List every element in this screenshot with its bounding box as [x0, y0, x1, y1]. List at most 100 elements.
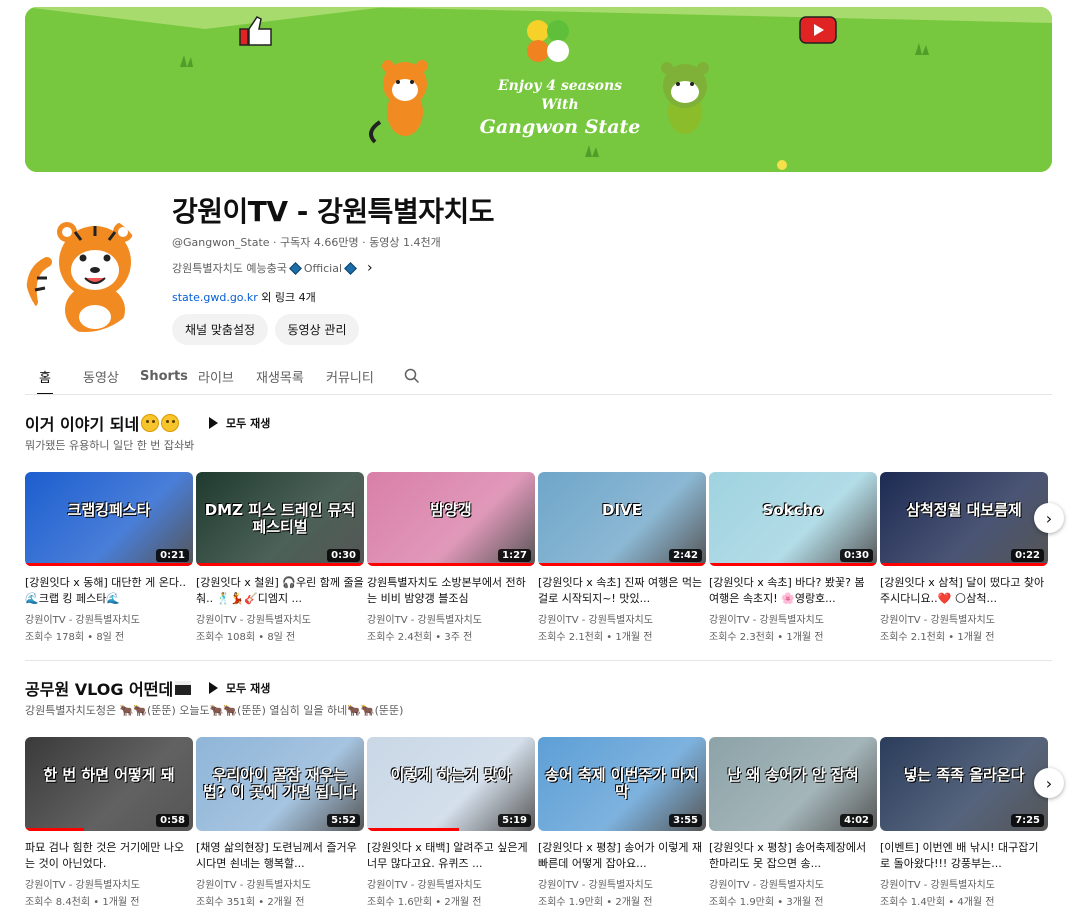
video-card[interactable]: 넣는 족족 올라온다 7:25 [이벤트] 이번엔 배 낚시! 대구잡기로 돌아왔다… — [880, 737, 1048, 908]
tiger-mascot-icon — [25, 212, 145, 332]
tab-live[interactable]: 라이브 — [198, 358, 234, 394]
video-title[interactable]: [이벤트] 이번엔 배 낚시! 대구잡기로 돌아왔다!!! 강풍부는... — [880, 840, 1048, 872]
video-thumbnail[interactable]: Sokcho 0:30 — [709, 472, 877, 566]
video-title[interactable]: [강원잇다 x 평창] 송어가 이렇게 재빠른데 어떻게 잡아요... — [538, 840, 706, 872]
video-card[interactable]: 난 왜 송어가 안 잡혀 4:02 [강원잇다 x 평창] 송어축제장에서 한마리도… — [709, 737, 877, 908]
video-duration: 4:02 — [840, 814, 873, 827]
section-title-text: 이거 이야기 되네 — [25, 415, 140, 434]
banner-line-1: Enjoy 4 seasons — [497, 78, 623, 94]
section-divider — [25, 660, 1052, 661]
banner-line-2: With — [541, 96, 579, 113]
video-thumbnail[interactable]: 이렇게 하는거 맞아 5:19 — [367, 737, 535, 831]
video-thumbnail[interactable]: 송어 축제 이번주가 마지막 3:55 — [538, 737, 706, 831]
video-channel[interactable]: 강원이TV - 강원특별자치도 — [196, 876, 364, 891]
video-duration: 2:42 — [669, 549, 702, 562]
video-card[interactable]: 밤양갱 1:27 강원특별자치도 소방본부에서 전하는 비비 밤양갱 블조심강원이T… — [367, 472, 535, 643]
video-thumbnail[interactable]: 우리아이 꿀잠 재우는법? 이 곳에 가면 됩니다 5:52 — [196, 737, 364, 831]
video-thumbnail[interactable]: DIVE 2:42 — [538, 472, 706, 566]
tab-community[interactable]: 커뮤니티 — [326, 358, 374, 394]
customize-channel-button[interactable]: 채널 맞춤설정 — [172, 314, 268, 345]
channel-avatar[interactable] — [25, 212, 145, 332]
section-title-text: 공무원 VLOG 어떤데 — [25, 680, 174, 699]
watch-progress-bar — [25, 828, 84, 831]
channel-description[interactable]: 강원특별자치도 예능충국 Official › — [172, 260, 373, 276]
video-thumbnail[interactable]: 한 번 하면 어떻게 돼 0:58 — [25, 737, 193, 831]
video-thumbnail[interactable]: 넣는 족족 올라온다 7:25 — [880, 737, 1048, 831]
video-card[interactable]: 삼척정월 대보름제 0:22 [강원잇다 x 삼척] 달이 떴다고 찾아주시다니요.… — [880, 472, 1048, 643]
video-card[interactable]: Sokcho 0:30 [강원잇다 x 속초] 바다? 봤꽃? 봄 여행은 속초지!… — [709, 472, 877, 643]
next-arrow-button[interactable]: › — [1034, 768, 1064, 798]
thumbnail-caption: 이렇게 하는거 맞아 — [390, 766, 512, 784]
video-card[interactable]: 크랩킹페스타 0:21 [강원잇다 x 동해] 대단한 게 온다.. 🌊크랩 킹 페… — [25, 472, 193, 643]
video-channel[interactable]: 강원이TV - 강원특별자치도 — [709, 611, 877, 626]
video-stats: 조회수 1.9만회 • 2개월 전 — [538, 897, 653, 908]
video-stats: 조회수 108회 • 8일 전 — [196, 632, 296, 643]
tab-playlists[interactable]: 재생목록 — [256, 358, 304, 394]
video-duration: 0:22 — [1011, 549, 1044, 562]
thumbnail-caption: 밤양갱 — [430, 501, 472, 519]
video-card[interactable]: 이렇게 하는거 맞아 5:19 [강원잇다 x 태백] 알려주고 싶은게 너무 많다… — [367, 737, 535, 908]
video-title[interactable]: [강원잇다 x 철원] 🎧우린 함께 줄을 춰.. 🕺💃🎸디엠지 ... — [196, 575, 364, 607]
subscriber-count: 구독자 4.66만명 — [280, 236, 359, 249]
thinking-face-icon — [161, 414, 180, 432]
video-channel[interactable]: 강원이TV - 강원특별자치도 — [367, 611, 535, 626]
thumbnail-caption: 우리아이 꿀잠 재우는법? 이 곳에 가면 됩니다 — [203, 766, 357, 802]
video-card[interactable]: 우리아이 꿀잠 재우는법? 이 곳에 가면 됩니다 5:52 [채영 삶의현장] 도… — [196, 737, 364, 908]
video-channel[interactable]: 강원이TV - 강원특별자치도 — [367, 876, 535, 891]
video-channel[interactable]: 강원이TV - 강원특별자치도 — [25, 876, 193, 891]
next-arrow-button[interactable]: › — [1034, 503, 1064, 533]
watch-progress-bar — [538, 563, 706, 566]
play-all-button[interactable]: 모두 재생 — [209, 680, 270, 696]
video-channel[interactable]: 강원이TV - 강원특별자치도 — [880, 876, 1048, 891]
video-card[interactable]: DIVE 2:42 [강원잇다 x 속초] 진짜 여행은 먹는 걸로 시작되지~! … — [538, 472, 706, 643]
video-title[interactable]: 강원특별자치도 소방본부에서 전하는 비비 밤양갱 블조심 — [367, 575, 535, 607]
section-title: 공무원 VLOG 어떤데 — [25, 676, 192, 700]
more-links[interactable]: 외 링크 4개 — [261, 291, 315, 304]
video-card[interactable]: DMZ 피스 트레인 뮤직 페스티벌 0:30 [강원잇다 x 철원] 🎧우린 함께… — [196, 472, 364, 643]
video-title[interactable]: [강원잇다 x 동해] 대단한 게 온다.. 🌊크랩 킹 페스타🌊 — [25, 575, 193, 607]
video-title[interactable]: [강원잇다 x 평창] 송어축제장에서 한마리도 못 잡으면 송... — [709, 840, 877, 872]
watch-progress-bar — [880, 563, 1048, 566]
video-duration: 0:30 — [840, 549, 873, 562]
video-card[interactable]: 송어 축제 이번주가 마지막 3:55 [강원잇다 x 평창] 송어가 이렇게 재빠… — [538, 737, 706, 908]
video-title[interactable]: [강원잇다 x 태백] 알려주고 싶은게 너무 많다고요. 유퀴즈 ... — [367, 840, 535, 872]
video-card[interactable]: 한 번 하면 어떻게 돼 0:58 파묘 검나 힘한 것은 거기에만 나오는 것이 … — [25, 737, 193, 908]
watch-progress-bar — [367, 828, 460, 831]
video-stats: 조회수 2.4천회 • 3주 전 — [367, 632, 473, 643]
video-channel[interactable]: 강원이TV - 강원특별자치도 — [709, 876, 877, 891]
watch-progress-bar — [709, 563, 877, 566]
video-thumbnail[interactable]: 삼척정월 대보름제 0:22 — [880, 472, 1048, 566]
clapperboard-icon — [175, 681, 192, 695]
tab-shorts[interactable]: Shorts — [140, 358, 188, 394]
thumbnail-caption: 크랩킹페스타 — [67, 501, 151, 519]
video-thumbnail[interactable]: DMZ 피스 트레인 뮤직 페스티벌 0:30 — [196, 472, 364, 566]
video-duration: 5:19 — [498, 814, 531, 827]
search-icon[interactable] — [404, 368, 420, 384]
thumbnail-caption: 난 왜 송어가 안 잡혀 — [727, 766, 859, 784]
video-thumbnail[interactable]: 밤양갱 1:27 — [367, 472, 535, 566]
tab-videos[interactable]: 동영상 — [83, 358, 119, 394]
video-count: 동영상 1.4천개 — [369, 236, 441, 249]
video-title[interactable]: [채영 삶의현장] 도련님께서 즐거우시다면 쇤네는 행복할... — [196, 840, 364, 872]
tab-home[interactable]: 홈 — [37, 358, 53, 395]
video-title[interactable]: [강원잇다 x 속초] 진짜 여행은 먹는 걸로 시작되지~! 맛있... — [538, 575, 706, 607]
video-channel[interactable]: 강원이TV - 강원특별자치도 — [25, 611, 193, 626]
channel-link-url[interactable]: state.gwd.go.kr — [172, 291, 258, 304]
video-title[interactable]: [강원잇다 x 속초] 바다? 봤꽃? 봄 여행은 속초지! 🌸영랑호... — [709, 575, 877, 607]
video-stats: 조회수 351회 • 2개월 전 — [196, 897, 305, 908]
video-channel[interactable]: 강원이TV - 강원특별자치도 — [196, 611, 364, 626]
video-title[interactable]: 파묘 검나 힘한 것은 거기에만 나오는 것이 아닌었다. — [25, 840, 193, 872]
chevron-right-icon: › — [1045, 508, 1053, 528]
video-stats: 조회수 2.1천회 • 1개월 전 — [880, 632, 995, 643]
play-all-button[interactable]: 모두 재생 — [209, 415, 270, 431]
video-thumbnail[interactable]: 크랩킹페스타 0:21 — [25, 472, 193, 566]
manage-videos-button[interactable]: 동영상 관리 — [275, 314, 359, 345]
video-channel[interactable]: 강원이TV - 강원특별자치도 — [538, 611, 706, 626]
description-text: 강원특별자치도 예능충국 — [172, 262, 287, 275]
video-title[interactable]: [강원잇다 x 삼척] 달이 떴다고 찾아주시다니요..❤️ 🌕삼척... — [880, 575, 1048, 607]
video-thumbnail[interactable]: 난 왜 송어가 안 잡혀 4:02 — [709, 737, 877, 831]
video-channel[interactable]: 강원이TV - 강원특별자치도 — [538, 876, 706, 891]
chevron-right-icon[interactable]: › — [367, 260, 373, 276]
video-channel[interactable]: 강원이TV - 강원특별자치도 — [880, 611, 1048, 626]
video-stats: 조회수 178회 • 8일 전 — [25, 632, 125, 643]
